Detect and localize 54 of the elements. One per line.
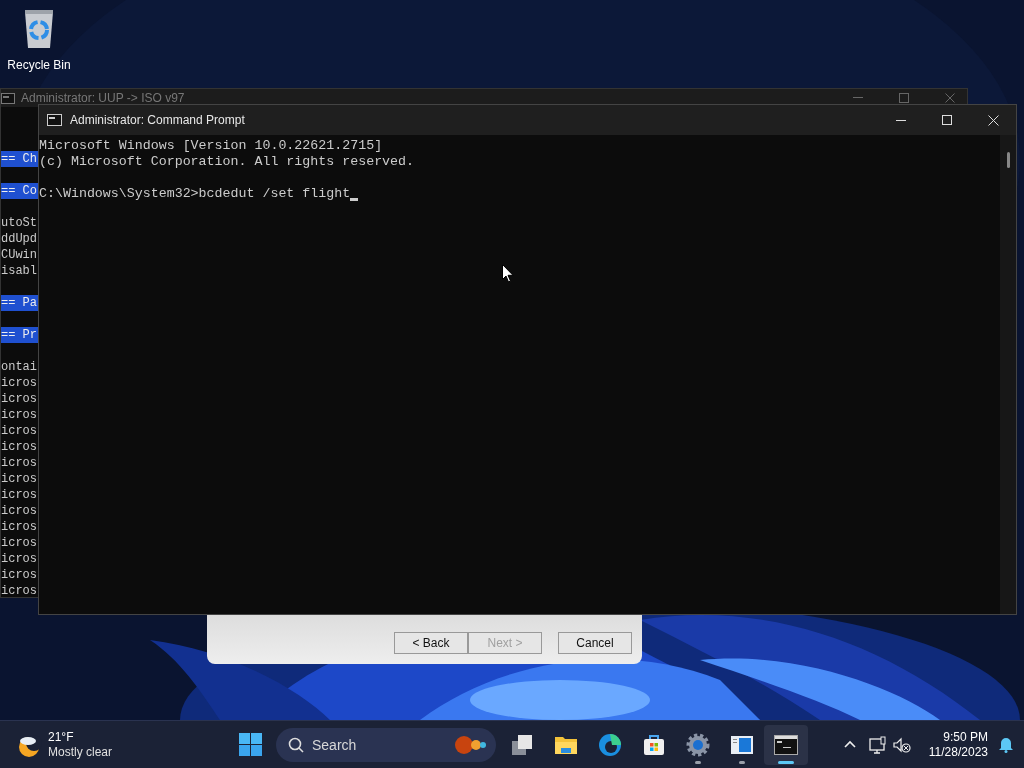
console-line: icros: [1, 455, 38, 471]
console-line: icros: [1, 407, 38, 423]
console-line: icros: [1, 423, 38, 439]
window-title: Administrator: UUP -> ISO v97: [21, 90, 185, 107]
network-icon[interactable]: [868, 735, 887, 754]
clock-time: 9:50 PM: [943, 729, 988, 745]
close-icon: [987, 114, 999, 126]
console-line: icros: [1, 503, 38, 519]
desktop-icon-label[interactable]: Recycle Bin: [7, 56, 71, 74]
close-icon[interactable]: [945, 93, 955, 103]
console-line: icros: [1, 519, 38, 535]
search-icon: [288, 736, 304, 753]
wizard-button[interactable]: < Back: [394, 632, 468, 654]
console-line: icros: [1, 391, 38, 407]
speaker-muted-icon[interactable]: [892, 736, 911, 753]
maximize-icon[interactable]: [899, 93, 909, 103]
windows-logo-icon: [238, 733, 262, 756]
scrollbar[interactable]: [1000, 135, 1016, 614]
console-line: icros: [1, 535, 38, 551]
console-line: icros: [1, 439, 38, 455]
wizard-button[interactable]: Cancel: [558, 632, 632, 654]
clock-date: 11/28/2023: [928, 744, 988, 760]
temperature-label[interactable]: 21°F: [48, 729, 112, 745]
mouse-cursor-icon: [502, 264, 514, 283]
gear-icon: [686, 732, 710, 757]
window-title: Administrator: Command Prompt: [70, 112, 245, 129]
console-line: isabl: [1, 263, 38, 279]
edge-icon: [598, 732, 622, 757]
console-line: utoSt: [1, 215, 38, 231]
console-line: icros: [1, 567, 38, 583]
minimize-icon: [896, 119, 906, 121]
clock-button[interactable]: 9:50 PM 11/28/2023: [924, 729, 992, 760]
console-line: icros: [1, 471, 38, 487]
console-line: CUwin: [1, 247, 38, 263]
console-line: icros: [1, 487, 38, 503]
console-line: ddUpd: [1, 231, 38, 247]
task-view-icon: [510, 732, 534, 757]
search-field[interactable]: Search: [276, 727, 496, 762]
terminal-icon: [774, 732, 798, 757]
console-line: ontai: [1, 359, 38, 375]
console-line: Microsoft Windows [Version 10.0.22621.2715]: [39, 138, 383, 154]
notification-bell-icon[interactable]: [998, 736, 1014, 753]
console-line: (c) Microsoft Corporation. All rights reserved.: [39, 154, 415, 170]
maximize-icon: [942, 115, 952, 125]
taskbar-app-button[interactable]: [764, 724, 808, 765]
text-cursor: [350, 198, 359, 201]
console-line: icros: [1, 583, 38, 599]
console-line: icros: [1, 551, 38, 567]
console-icon: [47, 114, 62, 126]
shopping-bag-icon: [642, 732, 666, 757]
console-line: icros: [1, 375, 38, 391]
weather-condition-label[interactable]: Mostly clear: [48, 744, 112, 760]
chevron-up-icon: [843, 740, 856, 749]
console-line: C:\Windows\System32>bcdedut /set flight: [39, 186, 351, 202]
